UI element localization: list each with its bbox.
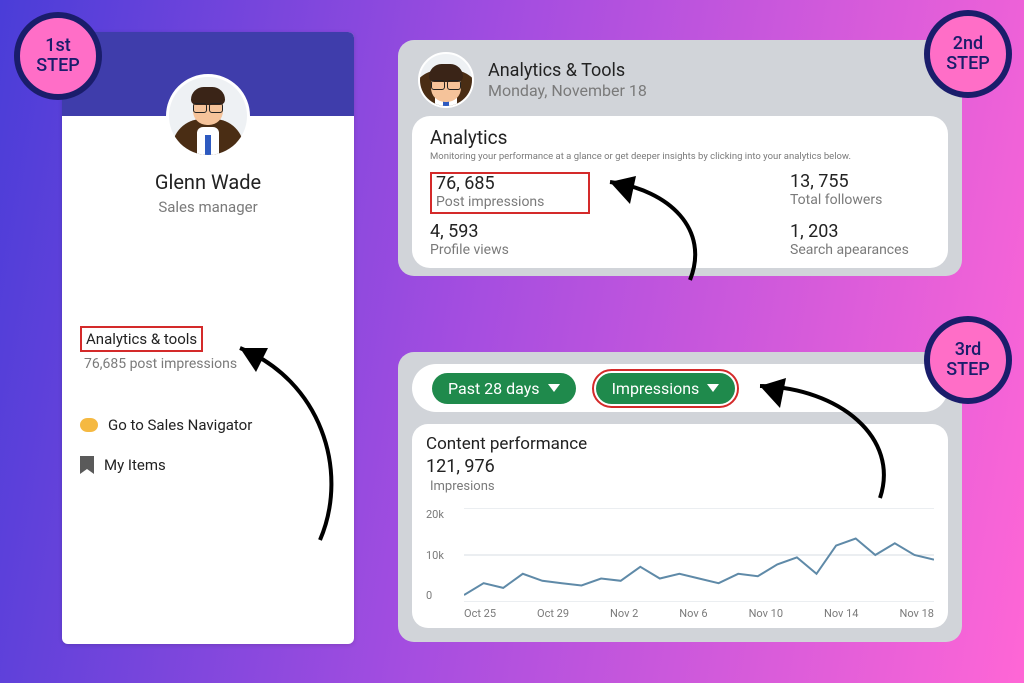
- content-performance-total-label: Impresions: [426, 479, 934, 494]
- profile-sidebar-card: Glenn Wade Sales manager Analytics & too…: [62, 32, 354, 644]
- metric-post-impressions[interactable]: 76, 685 Post impressions: [430, 172, 590, 214]
- y-axis-ticks: 20k 10k 0: [426, 508, 460, 602]
- analytics-header-date: Monday, November 18: [488, 81, 647, 100]
- analytics-header: Analytics & Tools Monday, November 18: [412, 50, 948, 116]
- metric-search-appearances[interactable]: 1, 203 Search apearances: [680, 222, 930, 258]
- date-range-label: Past 28 days: [448, 379, 540, 398]
- chevron-down-icon: [707, 384, 719, 392]
- metric-post-impressions-value: 76, 685: [436, 174, 582, 194]
- analytics-body: Analytics Monitoring your performance at…: [412, 116, 948, 268]
- sales-navigator-label: Go to Sales Navigator: [108, 416, 252, 434]
- avatar-small[interactable]: [418, 52, 474, 108]
- avatar[interactable]: [166, 74, 250, 158]
- step-2-num: 2nd: [953, 34, 983, 54]
- metric-total-followers-label: Total followers: [790, 192, 930, 208]
- metric-dropdown[interactable]: Impressions: [596, 373, 736, 404]
- filter-bar: Past 28 days Impressions: [412, 364, 948, 412]
- step-3-badge: 3rd STEP: [924, 316, 1012, 404]
- step-1-badge: 1st STEP: [14, 12, 102, 100]
- my-items-link[interactable]: My Items: [80, 456, 336, 474]
- analytics-heading: Analytics: [430, 126, 930, 149]
- analytics-tools-sub: 76,685 post impressions: [80, 356, 336, 372]
- chevron-down-icon: [548, 384, 560, 392]
- date-range-dropdown[interactable]: Past 28 days: [432, 373, 576, 404]
- my-items-label: My Items: [104, 456, 166, 474]
- step-3-num: 3rd: [955, 340, 982, 360]
- metric-search-appearances-label: Search apearances: [790, 242, 930, 258]
- sales-navigator-icon: [80, 418, 98, 432]
- analytics-header-title: Analytics & Tools: [488, 60, 647, 81]
- metric-total-followers-value: 13, 755: [790, 172, 930, 192]
- metric-dropdown-label: Impressions: [612, 379, 700, 398]
- impressions-line-chart[interactable]: [464, 508, 934, 602]
- profile-name[interactable]: Glenn Wade: [62, 170, 354, 194]
- step-3-word: STEP: [946, 360, 990, 380]
- analytics-tools-link[interactable]: Analytics & tools: [80, 326, 203, 352]
- metric-profile-views-label: Profile views: [430, 242, 680, 258]
- metric-post-impressions-label: Post impressions: [436, 194, 582, 210]
- metric-profile-views-value: 4, 593: [430, 222, 680, 242]
- content-performance-card: Past 28 days Impressions Content perform…: [398, 352, 962, 642]
- analytics-subtitle: Monitoring your performance at a glance …: [430, 151, 930, 162]
- step-2-badge: 2nd STEP: [924, 10, 1012, 98]
- content-performance-total: 121, 976: [426, 456, 934, 477]
- step-1-num: 1st: [45, 36, 71, 56]
- x-axis-ticks: Oct 25 Oct 29 Nov 2 Nov 6 Nov 10 Nov 14 …: [464, 607, 934, 620]
- sales-navigator-link[interactable]: Go to Sales Navigator: [80, 416, 336, 434]
- analytics-overview-card: Analytics & Tools Monday, November 18 An…: [398, 40, 962, 276]
- step-2-word: STEP: [946, 54, 990, 74]
- content-performance-title: Content performance: [426, 434, 934, 454]
- chart-body: Content performance 121, 976 Impresions …: [412, 424, 948, 628]
- profile-title: Sales manager: [62, 198, 354, 216]
- metric-total-followers[interactable]: 13, 755 Total followers: [680, 172, 930, 214]
- bookmark-icon: [80, 456, 94, 474]
- step-1-word: STEP: [36, 56, 80, 76]
- metric-search-appearances-value: 1, 203: [790, 222, 930, 242]
- metric-profile-views[interactable]: 4, 593 Profile views: [430, 222, 680, 258]
- chart-area: 20k 10k 0 Oct 25 Oct 29 Nov 2 Nov 6 Nov …: [426, 508, 934, 620]
